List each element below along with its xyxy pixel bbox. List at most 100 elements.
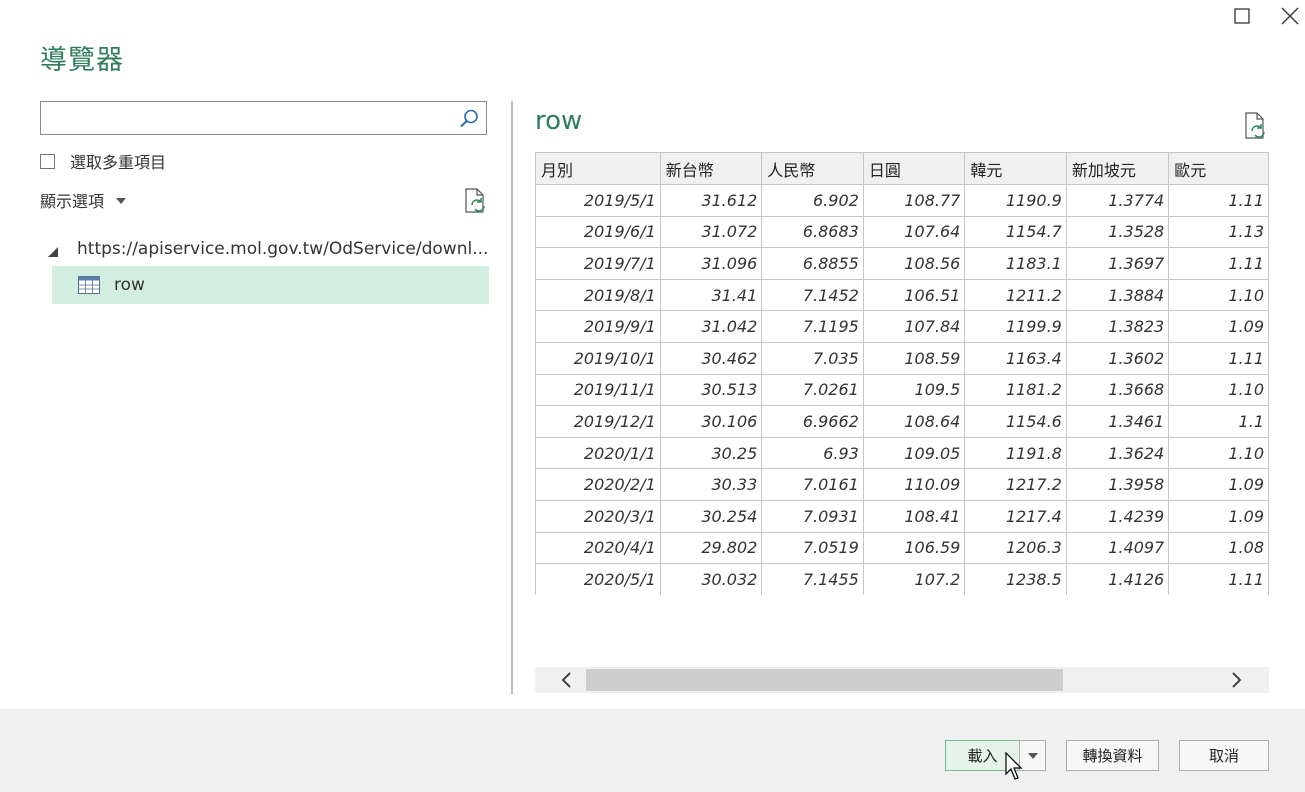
table-cell: 7.0161 <box>761 468 864 501</box>
table-cell: 6.8683 <box>761 215 864 249</box>
refresh-icon <box>465 188 485 213</box>
search-input[interactable] <box>40 101 487 135</box>
table-cell: 106.59 <box>862 531 966 565</box>
table-cell: 1.09 <box>1168 499 1269 533</box>
table-cell: 2019/8/1 <box>535 278 661 312</box>
table-cell: 108.77 <box>862 184 966 217</box>
table-cell: 1190.9 <box>964 184 1067 217</box>
tree-item-row[interactable]: row <box>52 266 489 304</box>
table-cell: 1.3602 <box>1065 341 1170 375</box>
table-cell: 1.3461 <box>1065 405 1170 438</box>
tree-root-label: https://apiservice.mol.gov.tw/OdService/… <box>77 239 489 259</box>
table-row: 2019/12/1 30.106 6.9662 108.64 1154.6 1.3461 1… <box>535 405 1269 438</box>
expand-collapse-icon[interactable] <box>48 247 58 257</box>
table-row: 2019/6/1 31.072 6.8683 107.64 1154.7 1.3528 1.… <box>535 215 1269 249</box>
table-cell: 6.9662 <box>761 405 864 438</box>
preview-table-container: 月別 新台幣 人民幣 日圓 韓元 新加坡元 歐元 2019/5/1 31.612 6.902 10… <box>535 152 1269 595</box>
table-cell: 1.11 <box>1168 563 1269 595</box>
table-cell: 6.8855 <box>761 247 864 280</box>
select-multiple-label: 選取多重項目 <box>70 153 167 172</box>
table-cell: 1.3774 <box>1065 184 1170 217</box>
table-cell: 1.3528 <box>1065 215 1170 249</box>
table-cell: 2020/5/1 <box>535 563 661 595</box>
table-cell: 2019/10/1 <box>535 341 661 375</box>
search-icon[interactable] <box>458 108 480 130</box>
scrollbar-thumb[interactable] <box>586 669 1063 691</box>
table-row: 2019/11/1 30.513 7.0261 109.5 1181.2 1.3668 1.… <box>535 373 1269 407</box>
table-cell: 2019/11/1 <box>535 373 661 407</box>
table-cell: 109.05 <box>862 436 966 470</box>
table-cell: 1.09 <box>1168 310 1269 343</box>
horizontal-scrollbar[interactable] <box>535 667 1269 693</box>
table-cell: 6.93 <box>761 436 864 470</box>
table-cell: 7.1455 <box>761 563 864 595</box>
table-cell: 30.25 <box>659 436 763 470</box>
table-cell: 1.10 <box>1168 278 1269 312</box>
display-options-dropdown[interactable]: 顯示選項 <box>40 188 127 212</box>
refresh-button[interactable] <box>463 188 487 214</box>
table-cell: 1.3884 <box>1065 278 1170 312</box>
table-header-row: 月別 新台幣 人民幣 日圓 韓元 新加坡元 歐元 <box>535 152 1269 185</box>
table-cell: 108.64 <box>862 405 966 438</box>
close-button[interactable] <box>1278 4 1302 28</box>
column-header[interactable]: 人民幣 <box>761 152 864 185</box>
column-header[interactable]: 韓元 <box>964 152 1067 185</box>
close-icon <box>1281 7 1299 25</box>
table-cell: 110.09 <box>862 468 966 501</box>
table-row: 2020/1/1 30.25 6.93 109.05 1191.8 1.3624 1.10 <box>535 436 1269 470</box>
table-cell: 1.4126 <box>1065 563 1170 595</box>
table-cell: 1.3958 <box>1065 468 1170 501</box>
table-cell: 108.41 <box>862 499 966 533</box>
column-header[interactable]: 月別 <box>535 152 661 185</box>
scroll-left-icon[interactable] <box>557 670 577 690</box>
table-cell: 107.64 <box>862 215 966 249</box>
scroll-right-icon[interactable] <box>1226 670 1246 690</box>
table-cell: 30.254 <box>659 499 763 533</box>
chevron-down-icon <box>1027 752 1038 759</box>
table-cell: 1.08 <box>1168 531 1269 565</box>
search-field[interactable] <box>45 102 449 134</box>
table-icon <box>78 276 100 294</box>
pane-divider[interactable] <box>511 101 513 694</box>
table-cell: 1206.3 <box>964 531 1067 565</box>
select-multiple-option[interactable]: 選取多重項目 <box>40 150 166 172</box>
preview-table: 月別 新台幣 人民幣 日圓 韓元 新加坡元 歐元 2019/5/1 31.612 6.902 10… <box>535 152 1269 595</box>
cancel-button[interactable]: 取消 <box>1179 740 1269 771</box>
preview-title: row <box>535 106 583 136</box>
table-row: 2019/7/1 31.096 6.8855 108.56 1183.1 1.3697 1.… <box>535 247 1269 280</box>
column-header[interactable]: 新加坡元 <box>1065 152 1170 185</box>
table-cell: 1.1 <box>1168 405 1269 438</box>
table-cell: 7.1195 <box>761 310 864 343</box>
select-multiple-checkbox[interactable] <box>40 153 55 169</box>
table-cell: 2020/1/1 <box>535 436 661 470</box>
table-cell: 108.59 <box>862 341 966 375</box>
column-header[interactable]: 日圓 <box>862 152 966 185</box>
table-cell: 1163.4 <box>964 341 1067 375</box>
table-cell: 1.3697 <box>1065 247 1170 280</box>
table-cell: 2019/12/1 <box>535 405 661 438</box>
table-row: 2019/9/1 31.042 7.1195 107.84 1199.9 1.3823 1.… <box>535 310 1269 343</box>
preview-refresh-button[interactable] <box>1243 112 1267 140</box>
table-cell: 1.3823 <box>1065 310 1170 343</box>
table-cell: 30.462 <box>659 341 763 375</box>
table-cell: 31.41 <box>659 278 763 312</box>
table-cell: 2020/3/1 <box>535 499 661 533</box>
table-cell: 1.3624 <box>1065 436 1170 470</box>
table-cell: 1181.2 <box>964 373 1067 407</box>
table-cell: 7.1452 <box>761 278 864 312</box>
tree-root-node[interactable]: https://apiservice.mol.gov.tw/OdService/… <box>48 234 488 264</box>
maximize-button[interactable] <box>1230 4 1254 28</box>
table-cell: 1.11 <box>1168 341 1269 375</box>
table-cell: 107.2 <box>862 563 966 595</box>
table-cell: 31.042 <box>659 310 763 343</box>
table-cell: 1199.9 <box>964 310 1067 343</box>
table-cell: 1154.6 <box>964 405 1067 438</box>
table-cell: 2020/2/1 <box>535 468 661 501</box>
transform-data-button[interactable]: 轉換資料 <box>1066 740 1159 771</box>
table-cell: 1154.7 <box>964 215 1067 249</box>
table-row: 2020/5/1 30.032 7.1455 107.2 1238.5 1.4126 1.1… <box>535 563 1269 595</box>
column-header[interactable]: 新台幣 <box>659 152 763 185</box>
table-cell: 2020/4/1 <box>535 531 661 565</box>
column-header[interactable]: 歐元 <box>1168 152 1269 185</box>
table-cell: 7.0261 <box>761 373 864 407</box>
